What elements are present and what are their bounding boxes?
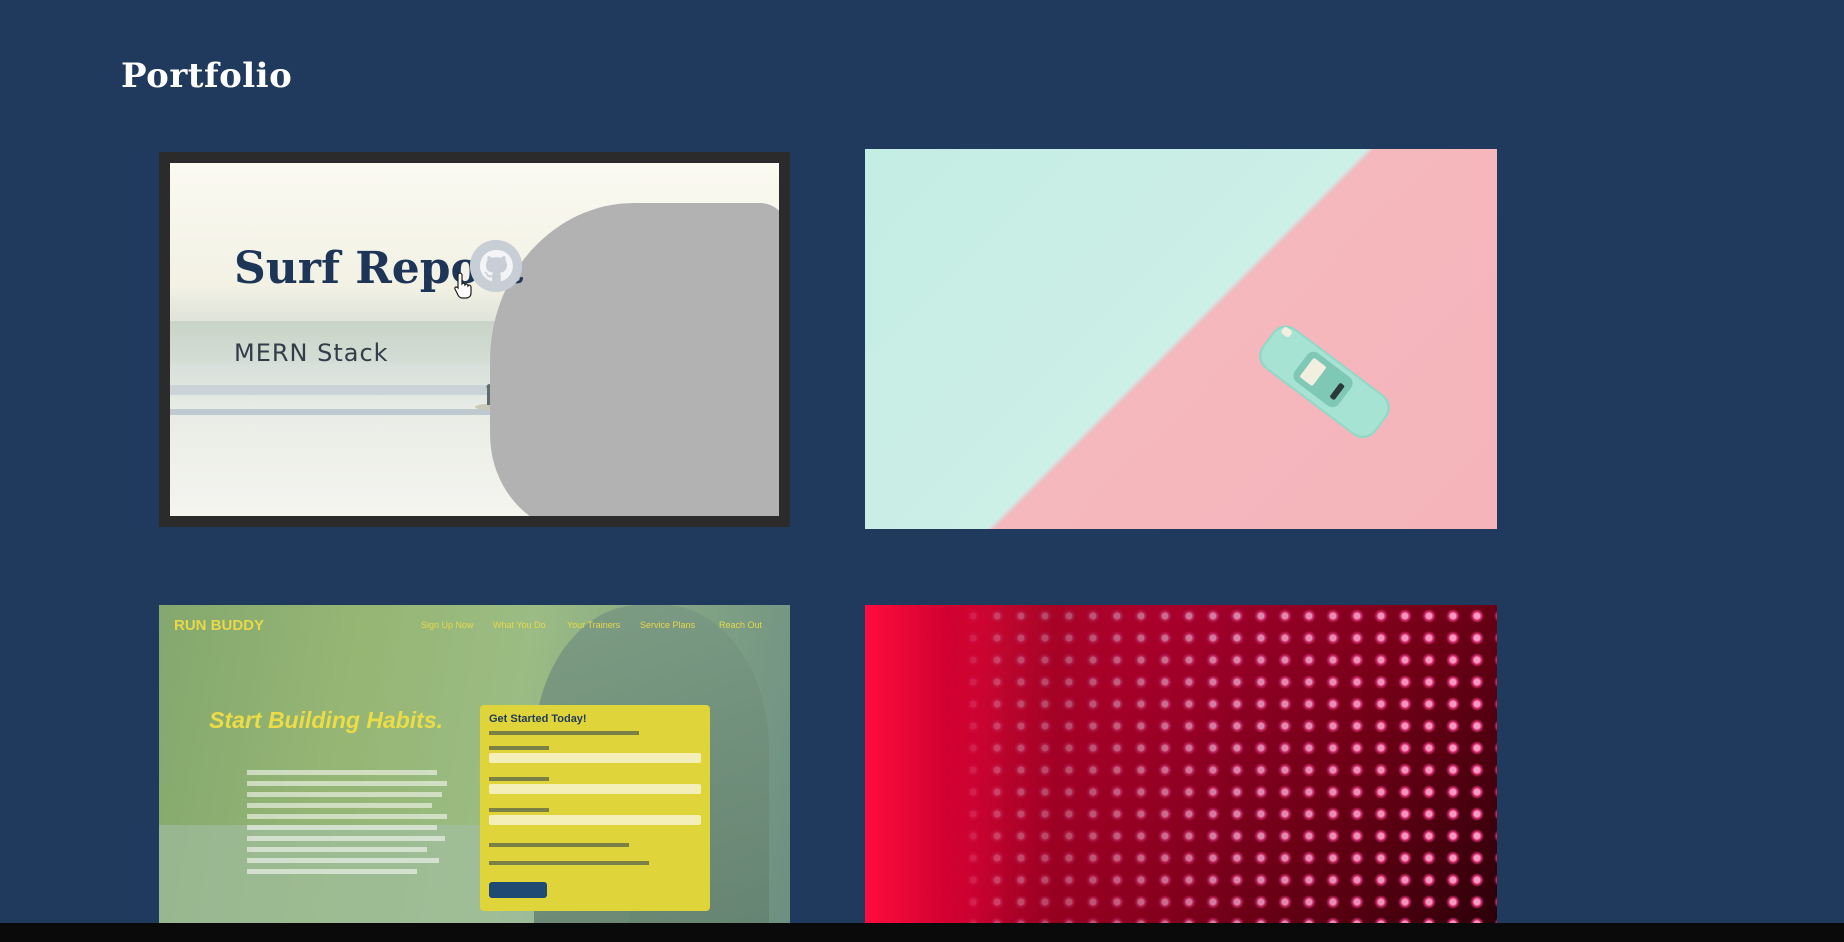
project-card-2[interactable] bbox=[865, 149, 1497, 529]
form-submit-button bbox=[489, 882, 547, 898]
run-buddy-brand: RUN BUDDY bbox=[174, 617, 264, 634]
nav-item: Reach Out bbox=[719, 620, 763, 630]
toy-car-image bbox=[1259, 325, 1390, 439]
phone-field bbox=[489, 815, 701, 825]
person-silhouette bbox=[490, 203, 779, 516]
field-label bbox=[489, 777, 549, 781]
field-label bbox=[489, 746, 549, 750]
hand-cursor-icon bbox=[454, 272, 472, 299]
name-field bbox=[489, 753, 701, 763]
section-title: Portfolio bbox=[121, 56, 293, 96]
github-icon[interactable] bbox=[470, 240, 522, 292]
field-label bbox=[489, 843, 629, 847]
form-title: Get Started Today! bbox=[489, 713, 587, 725]
email-field bbox=[489, 784, 701, 794]
field-label bbox=[489, 808, 549, 812]
form-caption bbox=[489, 731, 639, 735]
run-buddy-hero: Start Building Habits. bbox=[209, 707, 443, 733]
nav-item: Your Trainers bbox=[567, 620, 621, 630]
nav-item: What You Do bbox=[493, 620, 546, 630]
project-card-run-buddy[interactable]: RUN BUDDY Sign Up Now What You Do Your T… bbox=[159, 605, 790, 925]
project-image-surf: Surf Report MERN Stack bbox=[170, 163, 779, 516]
project-card-4[interactable] bbox=[865, 605, 1497, 925]
signup-form: Get Started Today! bbox=[480, 705, 710, 911]
field-label bbox=[489, 861, 649, 865]
project-card-surf-report[interactable]: Surf Report MERN Stack bbox=[159, 152, 790, 527]
nav-item: Sign Up Now bbox=[421, 620, 474, 630]
body-text-lines bbox=[247, 770, 447, 880]
bottom-bar bbox=[0, 923, 1844, 942]
led-glow bbox=[865, 605, 1005, 925]
nav-item: Service Plans bbox=[640, 620, 696, 630]
project-subtitle: MERN Stack bbox=[234, 339, 389, 367]
